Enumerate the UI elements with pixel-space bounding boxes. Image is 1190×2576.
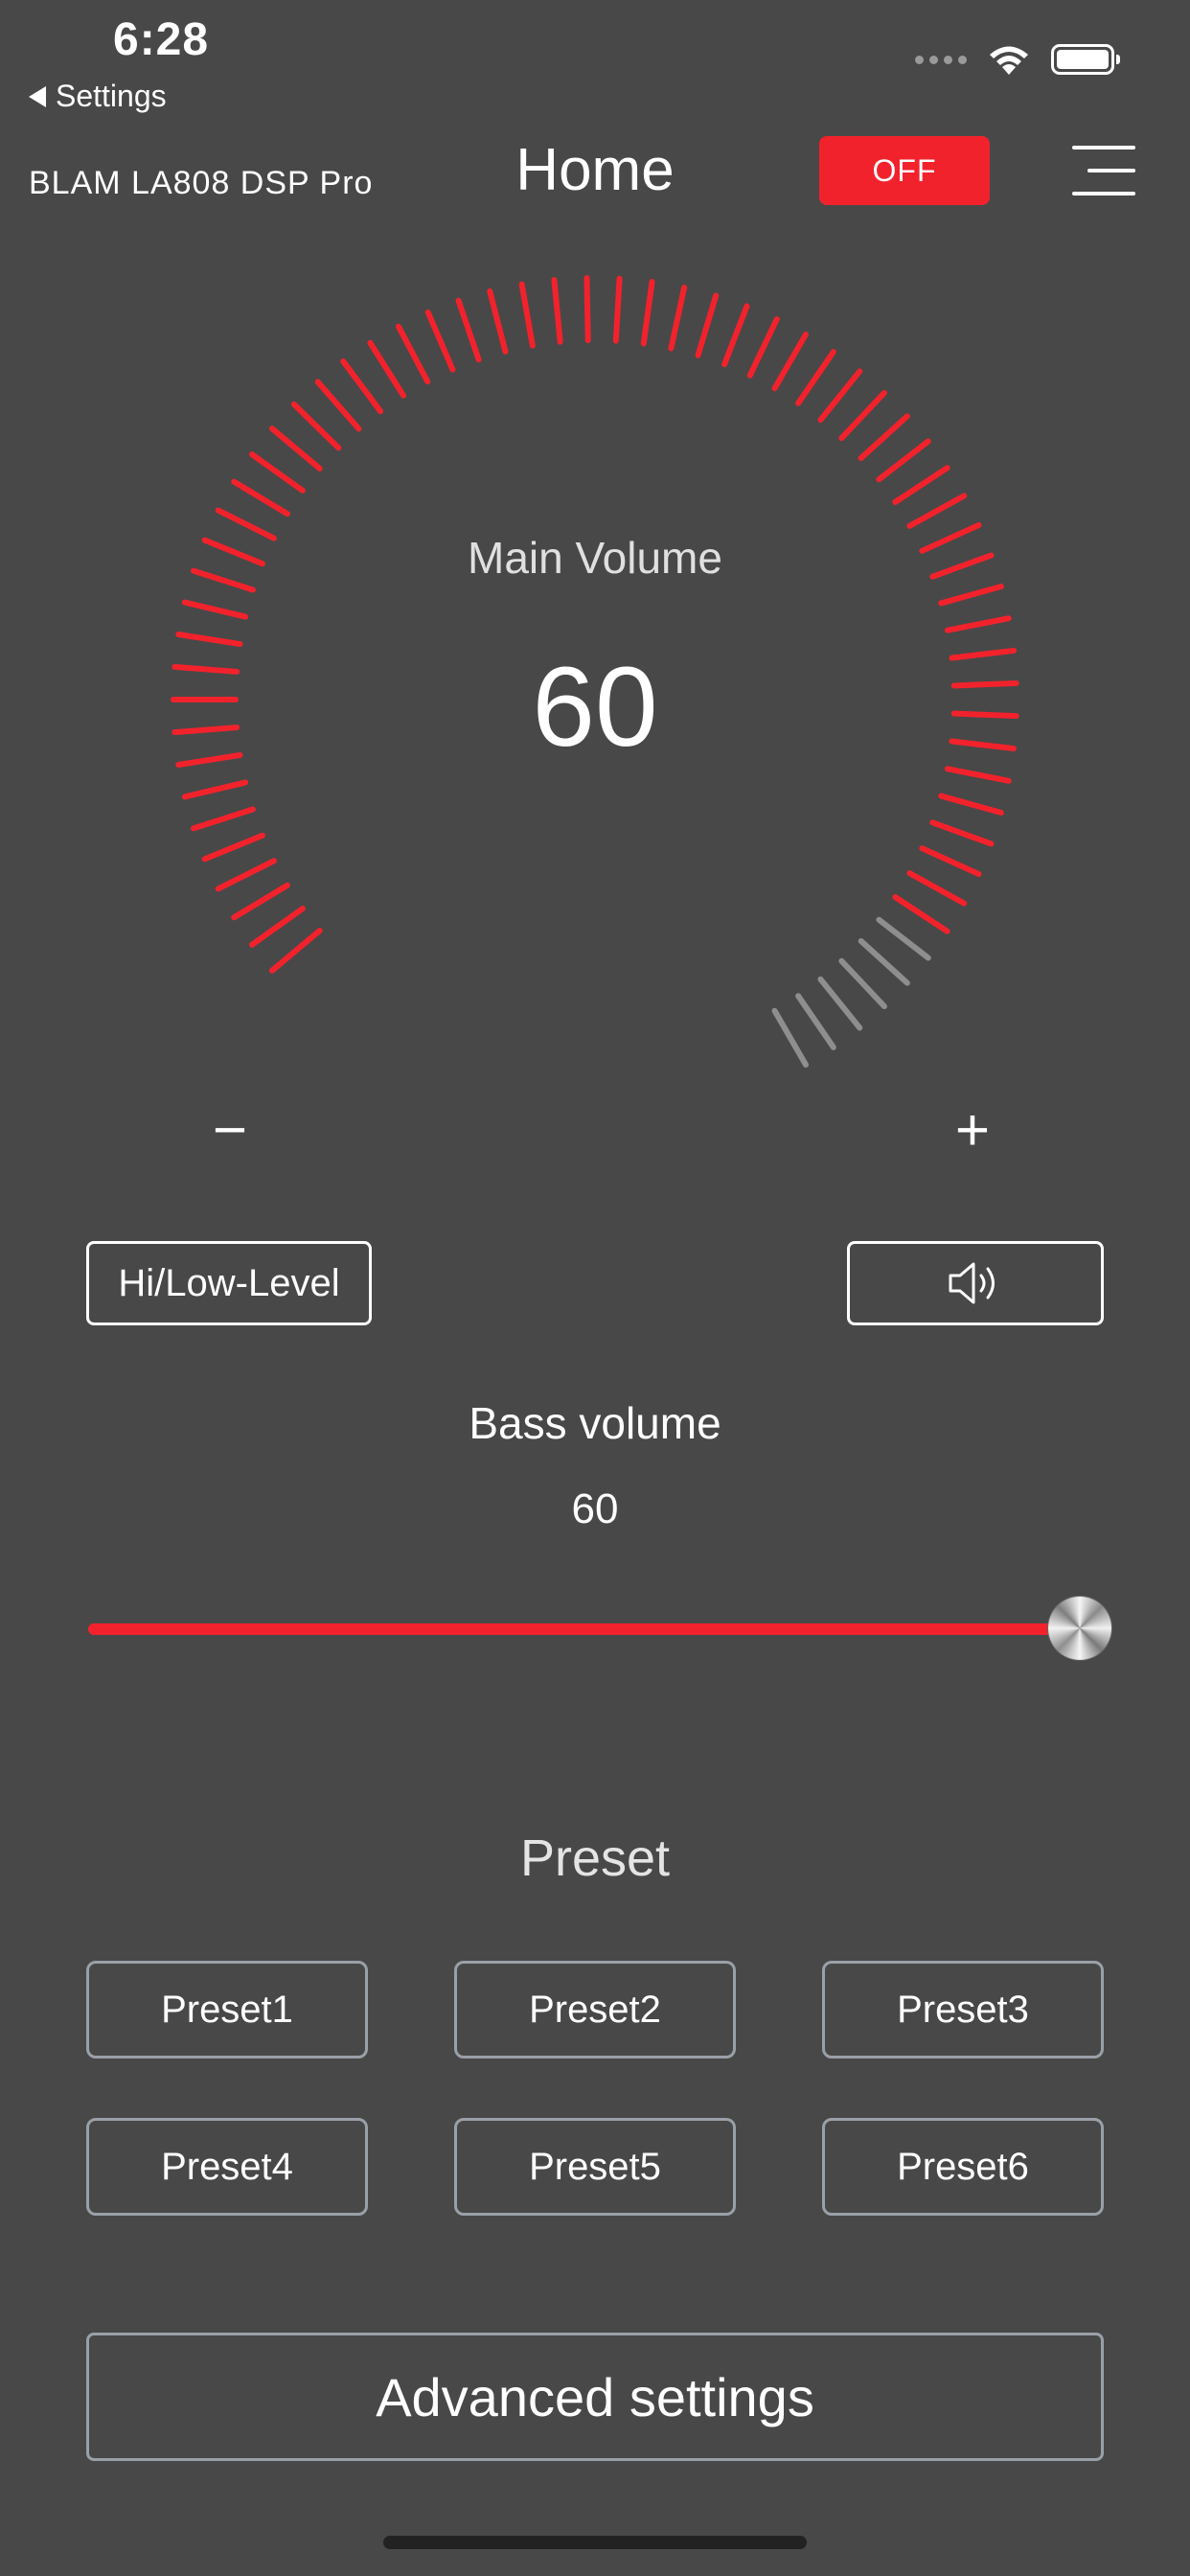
bass-volume-label: Bass volume xyxy=(469,1398,721,1448)
bass-volume-value: 60 xyxy=(571,1485,619,1532)
gauge-tick xyxy=(771,1007,809,1069)
gauge-tick xyxy=(944,615,1012,633)
gauge-tick xyxy=(215,858,277,892)
gauge-tick xyxy=(191,806,256,832)
speaker-mode-button[interactable] xyxy=(847,1241,1104,1325)
gauge-tick xyxy=(640,279,655,347)
gauge-tick xyxy=(746,316,780,379)
gauge-tick xyxy=(929,819,995,847)
bass-slider-thumb[interactable] xyxy=(1048,1597,1111,1660)
gauge-tick xyxy=(668,284,688,352)
gauge-tick xyxy=(906,870,968,907)
gauge-tick xyxy=(858,938,910,986)
gauge-tick xyxy=(487,288,509,355)
bass-slider-fill xyxy=(88,1623,1080,1635)
gauge-tick xyxy=(181,779,249,800)
bass-volume-slider[interactable] xyxy=(88,1596,1111,1663)
gauge-tick xyxy=(268,426,323,472)
gauge-tick xyxy=(455,297,482,363)
gauge-tick xyxy=(584,275,591,344)
hamburger-menu-icon[interactable] xyxy=(1068,142,1135,199)
gauge-tick xyxy=(817,976,863,1031)
gauge-tick xyxy=(938,793,1004,816)
gauge-tick xyxy=(249,451,306,494)
gauge-tick xyxy=(906,493,968,529)
gauge-tick xyxy=(795,993,836,1050)
gauge-tick xyxy=(314,379,362,432)
gauge-tick xyxy=(551,277,563,345)
gauge-tick xyxy=(290,401,342,451)
status-icons xyxy=(915,42,1120,77)
gauge-tick xyxy=(231,882,290,921)
gauge-tick xyxy=(817,368,863,424)
gauge-tick xyxy=(424,309,456,373)
back-arrow-icon xyxy=(29,85,46,107)
preset-button-5[interactable]: Preset5 xyxy=(454,2118,736,2216)
gauge-tick xyxy=(231,478,290,518)
battery-icon xyxy=(1051,44,1120,75)
preset-button-4[interactable]: Preset4 xyxy=(86,2118,368,2216)
main-volume-value: 60 xyxy=(532,644,658,770)
wifi-icon xyxy=(990,46,1028,75)
preset-button-3[interactable]: Preset3 xyxy=(822,1961,1104,2058)
home-indicator xyxy=(383,2536,807,2549)
preset-title: Preset xyxy=(519,1829,671,1887)
gauge-tick xyxy=(612,275,623,344)
volume-increase-button[interactable]: + xyxy=(934,1092,1011,1169)
gauge-tick xyxy=(695,292,720,358)
preset-button-2[interactable]: Preset2 xyxy=(454,1961,736,2058)
gauge-tick xyxy=(858,413,910,461)
gauge-tick xyxy=(876,438,931,483)
gauge-tick xyxy=(892,894,950,934)
volume-decrease-button[interactable]: − xyxy=(192,1092,268,1169)
signal-dots-icon xyxy=(915,55,967,64)
gauge-tick xyxy=(201,832,265,862)
gauge-tick xyxy=(771,331,809,392)
gauge-tick xyxy=(268,928,323,974)
power-off-button[interactable]: OFF xyxy=(819,136,990,205)
gauge-tick xyxy=(919,845,982,878)
page-title: Home xyxy=(515,137,675,203)
hi-low-level-button[interactable]: Hi/Low-Level xyxy=(86,1241,372,1325)
speaker-icon xyxy=(949,1262,995,1304)
back-link-label: Settings xyxy=(56,79,167,113)
main-volume-label: Main Volume xyxy=(468,533,722,583)
gauge-tick xyxy=(518,281,536,349)
preset-button-6[interactable]: Preset6 xyxy=(822,2118,1104,2216)
gauge-tick xyxy=(892,465,950,505)
gauge-tick xyxy=(721,303,750,368)
preset-button-1[interactable]: Preset1 xyxy=(86,1961,368,2058)
gauge-tick xyxy=(938,584,1004,607)
gauge-tick xyxy=(340,358,384,415)
gauge-tick xyxy=(838,389,887,442)
gauge-tick xyxy=(795,349,836,406)
gauge-tick xyxy=(838,957,887,1010)
advanced-settings-button[interactable]: Advanced settings xyxy=(86,2333,1104,2461)
gauge-tick xyxy=(395,323,431,385)
gauge-tick xyxy=(876,916,931,961)
gauge-tick xyxy=(249,906,306,948)
gauge-tick xyxy=(367,339,407,399)
gauge-tick xyxy=(181,599,249,620)
status-time: 6:28 xyxy=(113,14,210,65)
back-to-settings-link[interactable]: Settings xyxy=(29,79,167,114)
